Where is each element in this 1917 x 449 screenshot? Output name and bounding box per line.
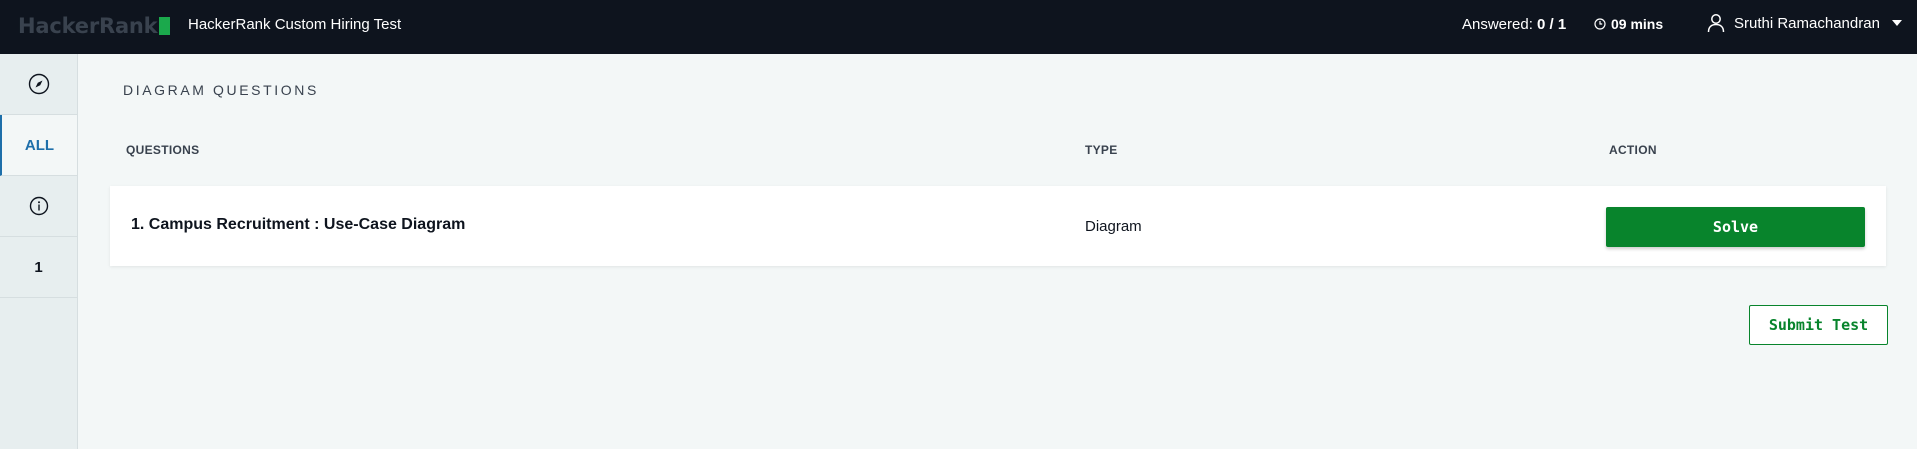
sidebar-item-question-1-label: 1 [34, 258, 43, 276]
sidebar-item-question-1[interactable]: 1 [0, 237, 77, 298]
compass-icon [28, 73, 49, 95]
user-name: Sruthi Ramachandran [1734, 14, 1880, 32]
clock-icon [1594, 18, 1606, 30]
hackerrank-logo[interactable]: HackerRank [18, 14, 171, 38]
sidebar: ALL 1 [0, 54, 78, 449]
column-header-questions: QUESTIONS [126, 143, 200, 157]
sidebar-item-all-label: ALL [24, 136, 55, 154]
top-bar: HackerRank HackerRank Custom Hiring Test… [0, 0, 1917, 54]
column-header-type: TYPE [1085, 143, 1118, 157]
sidebar-item-info[interactable] [0, 176, 77, 237]
test-title: HackerRank Custom Hiring Test [188, 16, 402, 33]
answered-value: 0 / 1 [1537, 16, 1567, 33]
timer: 09 mins [1594, 16, 1663, 32]
user-menu[interactable]: Sruthi Ramachandran [1707, 13, 1902, 33]
answered-label: Answered: [1462, 16, 1533, 33]
logo-text: HackerRank [18, 14, 158, 38]
section-title: DIAGRAM QUESTIONS [123, 82, 319, 98]
answered-counter: Answered: 0 / 1 [1462, 16, 1566, 33]
timer-value: 09 mins [1611, 16, 1664, 32]
solve-button[interactable]: Solve [1606, 207, 1865, 247]
logo-mark-icon [159, 17, 171, 35]
sidebar-item-compass[interactable] [0, 54, 77, 115]
question-name[interactable]: 1. Campus Recruitment : Use-Case Diagram [131, 216, 465, 234]
caret-down-icon[interactable] [1891, 20, 1902, 26]
question-type: Diagram [1085, 218, 1142, 235]
sidebar-item-all[interactable]: ALL [0, 115, 77, 176]
info-icon [29, 196, 48, 216]
submit-test-button[interactable]: Submit Test [1749, 305, 1888, 345]
user-icon [1707, 14, 1725, 33]
column-header-action: ACTION [1609, 143, 1657, 157]
table-row: 1. Campus Recruitment : Use-Case Diagram… [110, 186, 1886, 266]
